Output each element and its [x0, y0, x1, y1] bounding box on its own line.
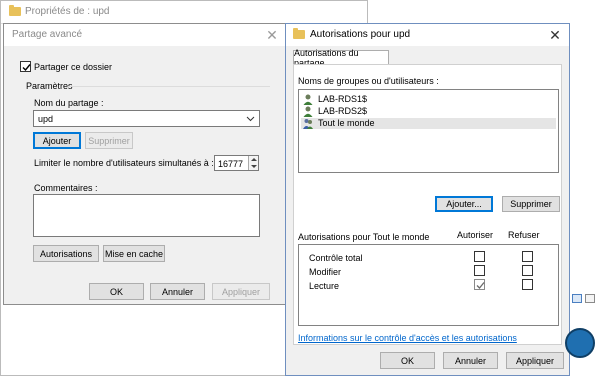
params-group-label: Paramètres	[26, 81, 73, 91]
comments-textarea[interactable]	[33, 194, 260, 237]
share-name-value: upd	[38, 114, 54, 124]
stepper-up-icon[interactable]	[250, 157, 258, 162]
user-name: Tout le monde	[318, 118, 375, 128]
list-item[interactable]: Tout le monde	[301, 118, 556, 129]
list-item[interactable]: LAB-RDS2$	[301, 106, 556, 117]
comments-label: Commentaires :	[34, 183, 98, 193]
add-user-button[interactable]: Ajouter...	[435, 196, 493, 212]
permissions-apply-button[interactable]: Appliquer	[506, 352, 564, 369]
perm-name: Contrôle total	[309, 253, 363, 263]
limit-users-value: 16777	[218, 159, 244, 169]
perm-name: Modifier	[309, 267, 342, 277]
share-folder-checkbox[interactable]	[20, 61, 31, 72]
permissions-cancel-button[interactable]: Annuler	[443, 352, 498, 369]
share-name-label: Nom du partage :	[34, 98, 104, 108]
checkmark-icon	[22, 64, 31, 72]
user-icon	[303, 94, 313, 105]
group-icon	[303, 119, 313, 129]
user-name: LAB-RDS2$	[318, 106, 368, 116]
perm-name: Lecture	[309, 281, 340, 291]
tab-panel: Noms de groupes ou d'utilisateurs : LAB-…	[293, 64, 562, 345]
advanced-cancel-button[interactable]: Annuler	[150, 283, 205, 300]
user-name: LAB-RDS1$	[318, 94, 368, 104]
groups-label: Noms de groupes ou d'utilisateurs :	[298, 76, 439, 86]
tab-share-permissions[interactable]: Autorisations du partage	[293, 48, 389, 68]
users-listbox[interactable]: LAB-RDS1$ LAB-RDS2$ Tout le monde	[298, 89, 559, 173]
share-folder-label: Partager ce dossier	[34, 62, 113, 72]
limit-users-label: Limiter le nombre d'utilisateurs simulta…	[34, 158, 214, 168]
allow-header: Autoriser	[457, 230, 494, 240]
advanced-share-titlebar[interactable]: Partage avancé ✕	[4, 24, 286, 46]
advanced-ok-button[interactable]: OK	[89, 283, 144, 300]
permissions-button[interactable]: Autorisations	[33, 245, 99, 262]
add-share-button[interactable]: Ajouter	[33, 132, 81, 149]
access-control-info-link[interactable]: Informations sur le contrôle d'accès et …	[298, 333, 517, 343]
permissions-ok-button[interactable]: OK	[380, 352, 435, 369]
perm-allow-checkbox[interactable]	[474, 265, 485, 276]
advanced-apply-button[interactable]: Appliquer	[212, 283, 270, 300]
view-toggle-icon[interactable]	[572, 294, 582, 303]
chevron-down-icon[interactable]	[246, 116, 255, 122]
advanced-share-close-icon[interactable]: ✕	[264, 27, 280, 43]
params-group-border	[68, 86, 270, 87]
folder-icon	[9, 5, 21, 16]
permissions-dialog: Autorisations pour upd ✕ Autorisations d…	[285, 23, 570, 376]
rdr-logo-icon	[565, 328, 595, 358]
share-name-combobox[interactable]: upd	[33, 110, 260, 127]
perm-deny-checkbox[interactable]	[522, 279, 533, 290]
stepper-down-icon[interactable]	[250, 164, 258, 169]
stepper-arrows[interactable]	[248, 156, 258, 170]
advanced-share-title: Partage avancé	[12, 29, 83, 40]
user-icon	[303, 106, 313, 117]
perm-allow-checkbox[interactable]	[474, 279, 485, 290]
properties-window-title: Propriétés de : upd	[25, 6, 110, 17]
perm-for-label: Autorisations pour Tout le monde	[298, 232, 430, 242]
perm-deny-checkbox[interactable]	[522, 265, 533, 276]
deny-header: Refuser	[508, 230, 540, 240]
checkmark-icon	[476, 282, 485, 289]
limit-users-stepper[interactable]: 16777	[214, 155, 259, 171]
permissions-titlebar[interactable]: Autorisations pour upd ✕	[286, 24, 569, 46]
perm-deny-checkbox[interactable]	[522, 251, 533, 262]
permissions-close-icon[interactable]: ✕	[547, 27, 563, 43]
list-item[interactable]: LAB-RDS1$	[301, 94, 556, 105]
caching-button[interactable]: Mise en cache	[103, 245, 165, 262]
permissions-list: Contrôle total Modifier Lecture	[298, 244, 559, 326]
remove-user-button[interactable]: Supprimer	[502, 196, 560, 212]
advanced-share-dialog: Partage avancé ✕ Partager ce dossier Par…	[3, 23, 287, 305]
view-toggle-icon[interactable]	[585, 294, 595, 303]
permissions-title: Autorisations pour upd	[310, 29, 411, 40]
remove-share-button[interactable]: Supprimer	[85, 132, 133, 149]
folder-icon	[293, 28, 305, 39]
perm-allow-checkbox[interactable]	[474, 251, 485, 262]
